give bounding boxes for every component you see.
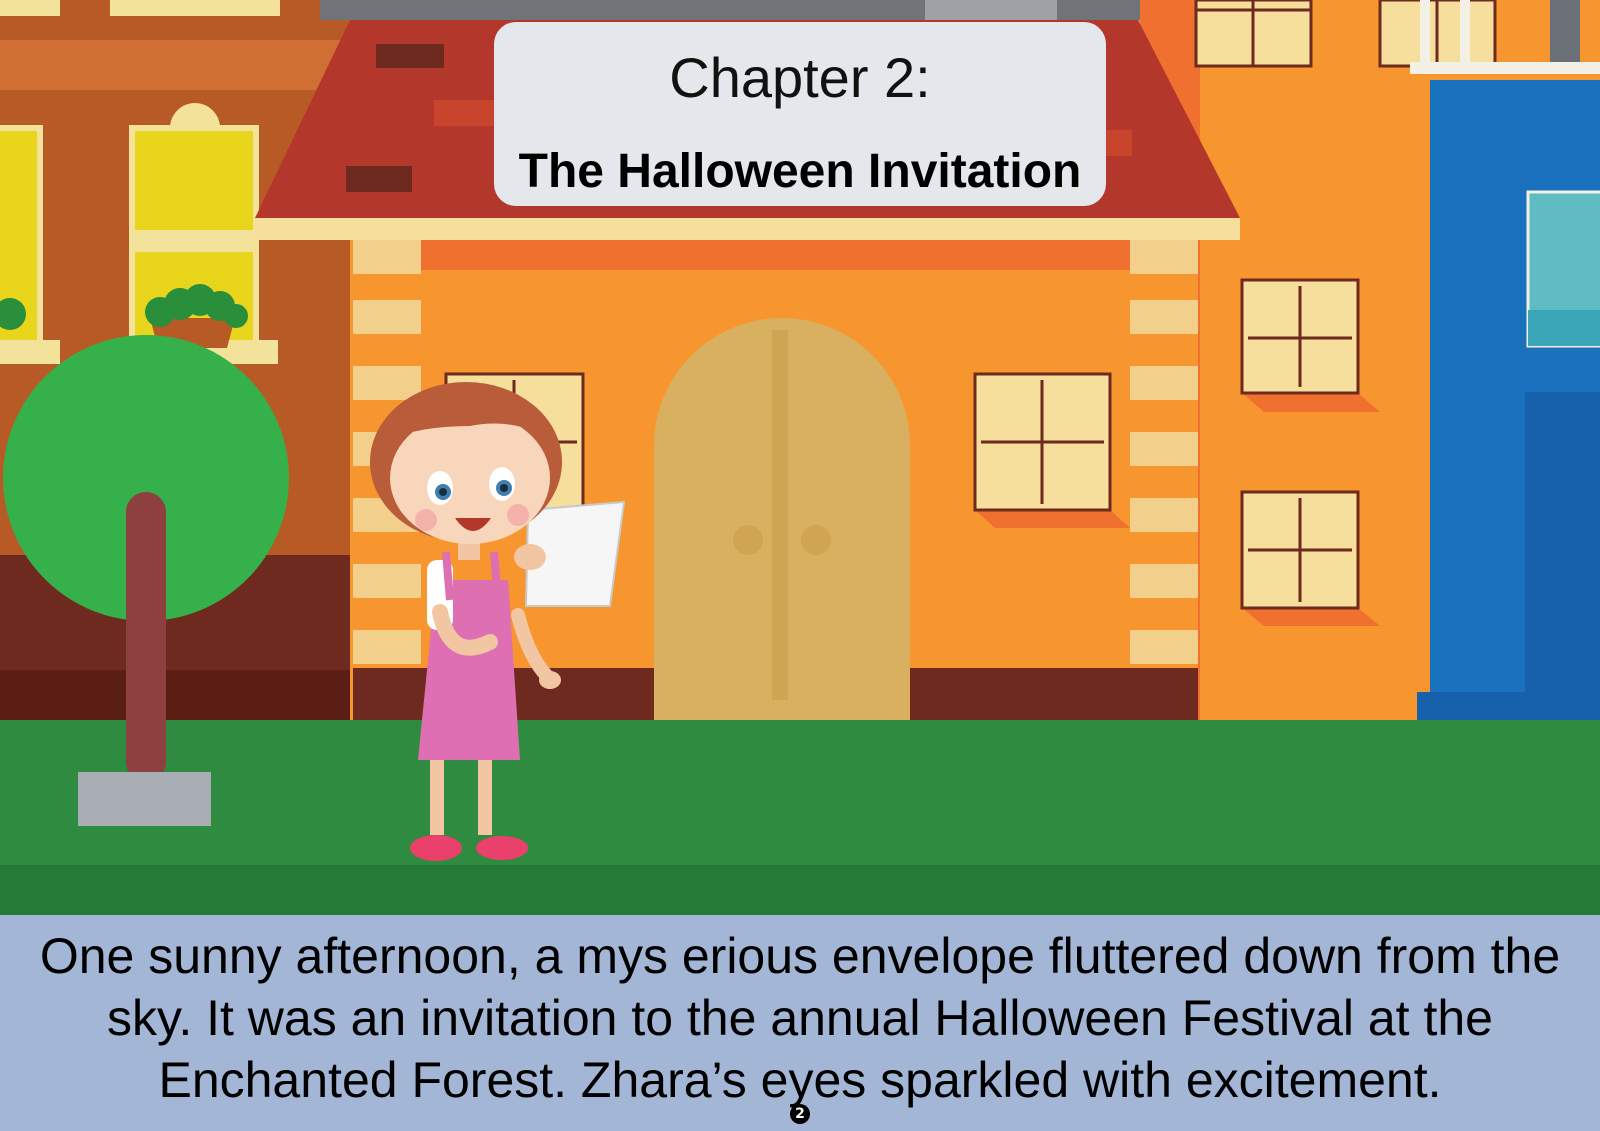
page-number-badge: 2 — [790, 1104, 810, 1124]
grass — [0, 720, 1600, 865]
storybook-page: Chapter 2: The Halloween Invitation One … — [0, 0, 1600, 1131]
chapter-title-box: Chapter 2: The Halloween Invitation — [494, 22, 1106, 206]
chapter-title: The Halloween Invitation — [518, 145, 1082, 198]
story-caption: One sunny afternoon, a mys erious envelo… — [0, 915, 1600, 1131]
blue-building — [1417, 80, 1600, 738]
house-window-right — [973, 372, 1130, 528]
chapter-number: Chapter 2: — [669, 46, 931, 109]
story-text: One sunny afternoon, a mys erious envelo… — [39, 928, 1561, 1108]
